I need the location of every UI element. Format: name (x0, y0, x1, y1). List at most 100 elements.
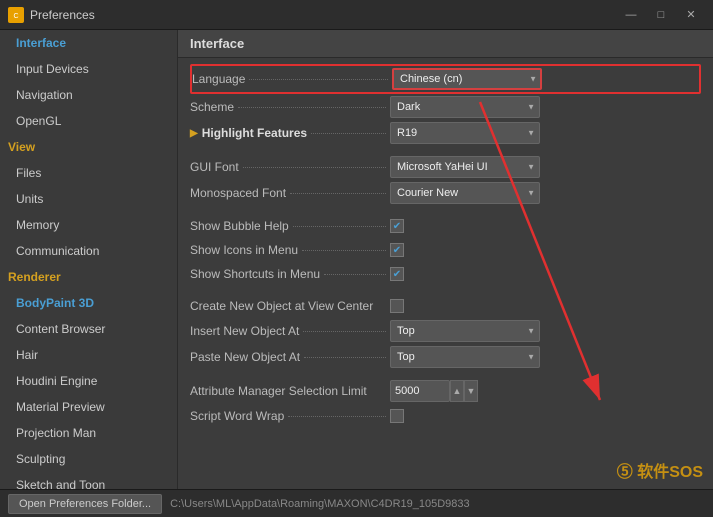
setting-label-language: Language (192, 72, 392, 86)
setting-row-monospaced-font: Monospaced FontCourier NewConsolasLucida… (190, 180, 701, 206)
checkbox-script-word-wrap[interactable] (390, 409, 404, 423)
setting-label-script-word-wrap: Script Word Wrap (190, 409, 390, 423)
dropdown-scheme[interactable]: DarkLightClassic (390, 96, 540, 118)
setting-row-scheme: SchemeDarkLightClassic (190, 94, 701, 120)
expand-arrow-icon: ▶ (190, 128, 198, 139)
setting-label-paste-new-object: Paste New Object At (190, 350, 390, 364)
settings-divider-divider1 (190, 146, 701, 154)
setting-row-gui-font: GUI FontMicrosoft YaHei UIArialSegoe UI (190, 154, 701, 180)
dots-language (249, 79, 388, 80)
setting-control-icons-menu (390, 243, 550, 257)
sidebar-item-files[interactable]: Files (0, 160, 177, 186)
dots-paste-new-object (304, 357, 386, 358)
setting-label-insert-new-object: Insert New Object At (190, 324, 390, 338)
setting-control-language: Chinese (cn)EnglishGermanFrenchJapaneseK… (392, 68, 552, 90)
checkbox-icons-menu[interactable] (390, 243, 404, 257)
open-preferences-button[interactable]: Open Preferences Folder... (8, 494, 162, 514)
content-area: Interface LanguageChinese (cn)EnglishGer… (178, 30, 713, 489)
maximize-button[interactable]: □ (647, 5, 675, 25)
dots-gui-font (243, 167, 386, 168)
sidebar: InterfaceInput DevicesNavigationOpenGLVi… (0, 30, 178, 489)
window-controls: — □ ✕ (617, 5, 705, 25)
sidebar-item-navigation[interactable]: Navigation (0, 82, 177, 108)
sidebar-item-interface[interactable]: Interface (0, 30, 177, 56)
settings-divider-divider2 (190, 206, 701, 214)
dropdown-wrapper-monospaced-font: Courier NewConsolasLucida Console (390, 182, 540, 204)
sidebar-item-memory[interactable]: Memory (0, 212, 177, 238)
dropdown-wrapper-paste-new-object: TopBottomAfter SelectionBefore Selection (390, 346, 540, 368)
main-container: InterfaceInput DevicesNavigationOpenGLVi… (0, 30, 713, 489)
setting-row-new-object-center: Create New Object at View Center (190, 294, 701, 318)
setting-label-gui-font: GUI Font (190, 160, 390, 174)
bottom-bar: Open Preferences Folder... C:\Users\ML\A… (0, 489, 713, 517)
sidebar-item-material-preview[interactable]: Material Preview (0, 394, 177, 420)
number-input-attr-selection-limit[interactable] (390, 380, 450, 402)
sidebar-item-sculpting[interactable]: Sculpting (0, 446, 177, 472)
minimize-button[interactable]: — (617, 5, 645, 25)
setting-control-script-word-wrap (390, 409, 550, 423)
setting-row-highlight-features: ▶Highlight FeaturesR19R20R21 (190, 120, 701, 146)
sidebar-item-communication[interactable]: Communication (0, 238, 177, 264)
dropdown-paste-new-object[interactable]: TopBottomAfter SelectionBefore Selection (390, 346, 540, 368)
setting-control-insert-new-object: TopBottomAfter SelectionBefore Selection (390, 320, 550, 342)
sidebar-item-content-browser[interactable]: Content Browser (0, 316, 177, 342)
dropdown-highlight-features[interactable]: R19R20R21 (390, 122, 540, 144)
checkbox-bubble-help[interactable] (390, 219, 404, 233)
setting-control-scheme: DarkLightClassic (390, 96, 550, 118)
setting-label-shortcuts-menu: Show Shortcuts in Menu (190, 267, 390, 281)
dots-scheme (238, 107, 386, 108)
sidebar-item-input-devices[interactable]: Input Devices (0, 56, 177, 82)
spinner-up-attr-selection-limit[interactable]: ▲ (450, 380, 464, 402)
settings-table: LanguageChinese (cn)EnglishGermanFrenchJ… (178, 58, 713, 434)
checkbox-shortcuts-menu[interactable] (390, 267, 404, 281)
settings-divider-divider3 (190, 286, 701, 294)
setting-label-monospaced-font: Monospaced Font (190, 186, 390, 200)
sidebar-item-houdini-engine[interactable]: Houdini Engine (0, 368, 177, 394)
spinner-down-attr-selection-limit[interactable]: ▼ (464, 380, 478, 402)
dots-shortcuts-menu (324, 274, 386, 275)
setting-control-paste-new-object: TopBottomAfter SelectionBefore Selection (390, 346, 550, 368)
setting-row-shortcuts-menu: Show Shortcuts in Menu (190, 262, 701, 286)
sidebar-item-hair[interactable]: Hair (0, 342, 177, 368)
dropdown-wrapper-scheme: DarkLightClassic (390, 96, 540, 118)
window-title: Preferences (30, 8, 617, 22)
dropdown-gui-font[interactable]: Microsoft YaHei UIArialSegoe UI (390, 156, 540, 178)
setting-row-paste-new-object: Paste New Object AtTopBottomAfter Select… (190, 344, 701, 370)
dropdown-insert-new-object[interactable]: TopBottomAfter SelectionBefore Selection (390, 320, 540, 342)
number-wrapper-attr-selection-limit: ▲▼ (390, 380, 478, 402)
dots-highlight-features (311, 133, 386, 134)
setting-label-icons-menu: Show Icons in Menu (190, 243, 390, 257)
setting-row-icons-menu: Show Icons in Menu (190, 238, 701, 262)
dropdown-wrapper-language: Chinese (cn)EnglishGermanFrenchJapaneseK… (392, 68, 542, 90)
checkbox-new-object-center[interactable] (390, 299, 404, 313)
svg-text:C: C (13, 13, 18, 20)
sidebar-item-renderer[interactable]: Renderer (0, 264, 177, 290)
dropdown-wrapper-gui-font: Microsoft YaHei UIArialSegoe UI (390, 156, 540, 178)
sidebar-item-units[interactable]: Units (0, 186, 177, 212)
dots-bubble-help (293, 226, 386, 227)
settings-divider-divider4 (190, 370, 701, 378)
dropdown-monospaced-font[interactable]: Courier NewConsolasLucida Console (390, 182, 540, 204)
close-button[interactable]: ✕ (677, 5, 705, 25)
setting-control-monospaced-font: Courier NewConsolasLucida Console (390, 182, 550, 204)
setting-label-new-object-center: Create New Object at View Center (190, 299, 390, 313)
dots-script-word-wrap (288, 416, 386, 417)
dropdown-wrapper-insert-new-object: TopBottomAfter SelectionBefore Selection (390, 320, 540, 342)
setting-control-attr-selection-limit: ▲▼ (390, 380, 550, 402)
sidebar-item-opengl[interactable]: OpenGL (0, 108, 177, 134)
dropdown-wrapper-highlight-features: R19R20R21 (390, 122, 540, 144)
setting-label-bubble-help: Show Bubble Help (190, 219, 390, 233)
setting-control-gui-font: Microsoft YaHei UIArialSegoe UI (390, 156, 550, 178)
setting-row-script-word-wrap: Script Word Wrap (190, 404, 701, 428)
content-header: Interface (178, 30, 713, 58)
sidebar-item-bodypaint[interactable]: BodyPaint 3D (0, 290, 177, 316)
sidebar-item-view[interactable]: View (0, 134, 177, 160)
sidebar-items-list: InterfaceInput DevicesNavigationOpenGLVi… (0, 30, 177, 489)
setting-control-new-object-center (390, 299, 550, 313)
sidebar-item-projection-man[interactable]: Projection Man (0, 420, 177, 446)
dots-insert-new-object (303, 331, 386, 332)
dropdown-language[interactable]: Chinese (cn)EnglishGermanFrenchJapaneseK… (392, 68, 542, 90)
setting-row-attr-selection-limit: Attribute Manager Selection Limit▲▼ (190, 378, 701, 404)
sidebar-item-sketch-toon[interactable]: Sketch and Toon (0, 472, 177, 489)
dots-monospaced-font (290, 193, 386, 194)
